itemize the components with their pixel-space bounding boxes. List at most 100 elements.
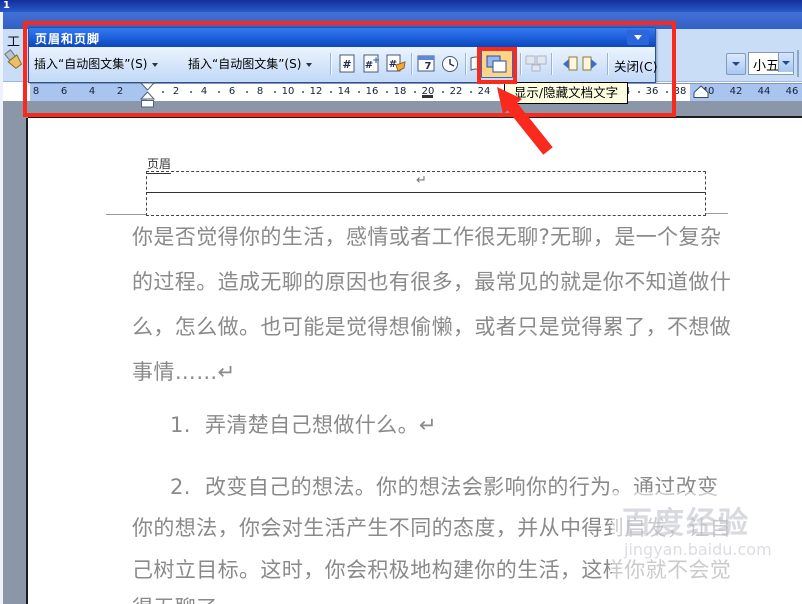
insert-number-of-pages-button[interactable]: # +	[361, 52, 383, 76]
svg-text:7: 7	[425, 61, 432, 72]
show-hide-document-text-icon	[486, 55, 507, 73]
header-return-mark: ↵	[416, 173, 427, 188]
separator	[465, 53, 467, 75]
separator	[551, 53, 553, 75]
ruler-number: 2	[116, 86, 124, 97]
insert-time-button[interactable]	[440, 52, 462, 76]
ruler-number: 22	[449, 86, 463, 97]
show-next-icon	[582, 56, 597, 71]
document-text-line: 么，怎么做。也可能是觉得想偷懒，或者只是觉得累了，不想做	[132, 315, 732, 339]
ruler-tick	[414, 91, 416, 93]
svg-text:+: +	[372, 56, 380, 66]
ruler-number: 10	[281, 86, 295, 97]
ruler-tick	[638, 91, 640, 93]
separator	[411, 53, 413, 75]
ruler-number: 42	[729, 86, 743, 97]
dropdown-arrow-icon	[152, 62, 159, 67]
link-to-previous-icon	[525, 55, 547, 72]
show-hide-document-text-button[interactable]	[481, 50, 513, 78]
font-size-combo-arrow[interactable]	[778, 53, 793, 72]
ruler-tick	[302, 91, 304, 93]
header-border-line	[146, 192, 705, 193]
ruler-tick	[274, 91, 276, 93]
document-text-line: 事情……↵	[132, 360, 236, 384]
format-page-number-icon: #	[386, 54, 406, 72]
page-left-edge	[26, 118, 28, 604]
ruler-tick	[498, 91, 500, 93]
font-size-value: 小五	[753, 59, 780, 74]
ruler-tick	[246, 91, 248, 93]
ruler-number: 6	[228, 86, 236, 97]
ruler-number: 44	[757, 86, 771, 97]
ruler-number: 38	[673, 86, 687, 97]
watermark: 百度经验 jingyan.baidu.com	[612, 492, 802, 596]
insert-autotext-button-1[interactable]: 插入“自动图文集”(S)	[34, 55, 159, 73]
right-indent-marker[interactable]	[692, 84, 710, 98]
format-painter-icon[interactable]	[2, 48, 26, 74]
document-text-line: 得无聊了	[132, 592, 218, 604]
ruler-tick	[470, 91, 472, 93]
ruler-number: 46	[785, 86, 799, 97]
ruler-number: 8	[256, 86, 264, 97]
link-to-previous-button[interactable]	[524, 52, 547, 76]
tooltip: 显示/隐藏文档文字	[504, 82, 628, 104]
font-size-combo[interactable]: 小五	[748, 52, 794, 75]
header-footer-toolbar: 页眉和页脚 插入“自动图文集”(S) 插入“自动图文集”(S) # # + # …	[28, 27, 657, 83]
chevron-down-icon	[634, 35, 642, 40]
ruler-tick	[442, 91, 444, 93]
header-footer-toolbar-titlebar[interactable]: 页眉和页脚	[29, 28, 655, 47]
ruler-number: 12	[309, 86, 323, 97]
document-text-line: 1. 弄清楚自己想做什么。↵	[170, 413, 437, 437]
margin-crop-mark-right	[706, 213, 728, 214]
font-name-combo-arrow[interactable]	[726, 53, 746, 75]
center-tab-marker[interactable]	[422, 95, 433, 98]
clock-icon	[442, 56, 458, 72]
ruler-number: 2	[172, 86, 180, 97]
separator	[520, 53, 522, 75]
number-of-pages-icon: # +	[363, 54, 380, 73]
insert-page-number-button[interactable]: #	[337, 52, 359, 76]
ruler-number: 6	[60, 86, 68, 97]
ruler-number: 4	[88, 86, 96, 97]
ruler-number: 16	[365, 86, 379, 97]
ruler-number: 18	[393, 86, 407, 97]
document-text-line: 你是否觉得你的生活，感情或者工作很无聊?无聊，是一个复杂	[132, 225, 722, 249]
ruler-tick	[386, 91, 388, 93]
calendar-icon: 7	[417, 55, 435, 72]
svg-text:#: #	[342, 58, 351, 71]
indent-markers[interactable]	[139, 82, 157, 108]
format-page-number-button[interactable]: #	[385, 52, 407, 76]
separator	[797, 50, 799, 77]
show-previous-button[interactable]	[555, 52, 578, 76]
watermark-text-url: jingyan.baidu.com	[624, 540, 772, 559]
page-number-icon: #	[339, 54, 355, 73]
toolbar-title: 页眉和页脚	[35, 32, 101, 46]
ruler-tick	[330, 91, 332, 93]
combo-arrow-icon	[732, 62, 740, 66]
toolbar-options-chevron[interactable]	[627, 30, 649, 45]
show-previous-icon	[563, 56, 578, 71]
ruler-number: 8	[32, 86, 40, 97]
ruler-number: 36	[645, 86, 659, 97]
document-text-line: 的过程。造成无聊的原因也有很多，最常见的就是你不知道做什	[132, 270, 732, 294]
insert-date-button[interactable]: 7	[416, 52, 438, 76]
left-indent-marker	[141, 100, 154, 108]
header-footer-toolbar-body: 插入“自动图文集”(S) 插入“自动图文集”(S) # # + # 7 关闭(C…	[29, 47, 657, 81]
watermark-text-cn: 百度经验	[622, 506, 750, 541]
ruler-number: 4	[200, 86, 208, 97]
ruler-tick	[190, 91, 192, 93]
close-button[interactable]: 关闭(C)	[614, 56, 657, 75]
show-next-button[interactable]	[580, 52, 602, 76]
ruler-tick	[666, 91, 668, 93]
ruler-tick	[218, 91, 220, 93]
insert-autotext-button-2[interactable]: 插入“自动图文集”(S)	[188, 55, 313, 73]
ruler-number: 24	[477, 86, 491, 97]
separator	[330, 53, 332, 75]
page-top-edge	[28, 116, 802, 118]
word-window: 1 工 页眉和页脚 插入“自动图文集”(S) 插入“自动图文集”(S) # # …	[0, 0, 802, 604]
separator	[607, 53, 609, 75]
window-titlebar: 1	[0, 0, 802, 12]
window-title-fragment: 1	[3, 0, 10, 11]
page-surround-left	[3, 101, 28, 604]
combo-arrow-icon	[782, 61, 790, 65]
